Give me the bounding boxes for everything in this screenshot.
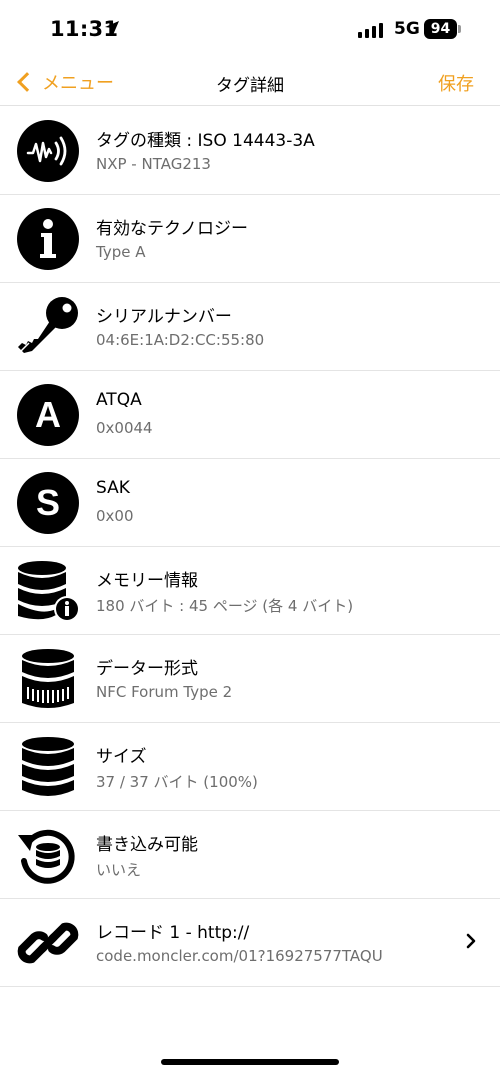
battery-nub xyxy=(458,25,461,33)
row-value: 37 / 37 バイト (100%) xyxy=(96,773,258,791)
nfc-tag-icon xyxy=(17,120,79,182)
database-info-icon xyxy=(18,561,80,622)
row-value: NXP - NTAG213 xyxy=(96,155,211,173)
svg-text:S: S xyxy=(36,482,60,523)
database-format-icon xyxy=(22,649,74,708)
row-title: ATQA xyxy=(96,390,142,410)
location-arrow-icon xyxy=(105,21,119,35)
list-item-data-format: データー形式 NFC Forum Type 2 xyxy=(0,635,500,723)
row-title: レコード 1 - http:// xyxy=(96,923,250,943)
list-item-technology: 有効なテクノロジー Type A xyxy=(0,195,500,283)
row-title: 書き込み可能 xyxy=(96,835,198,855)
network-type: 5G xyxy=(394,19,420,39)
cellular-signal-icon xyxy=(358,22,383,38)
key-icon xyxy=(18,297,78,354)
row-title: シリアルナンバー xyxy=(96,307,232,327)
info-icon xyxy=(17,208,79,270)
list-item-writable: 書き込み可能 いいえ xyxy=(0,811,500,899)
page-title: タグ詳細 xyxy=(216,76,284,96)
list-item-sak: S SAK 0x00 xyxy=(0,459,500,547)
database-rewrite-icon xyxy=(18,829,75,884)
database-icon xyxy=(22,737,74,796)
list-item-memory-info: メモリー情報 180 バイト : 45 ページ (各 4 バイト) xyxy=(0,547,500,635)
status-bar: 11:31 5G 94 xyxy=(0,0,500,58)
row-title: データー形式 xyxy=(96,659,198,679)
svg-text:A: A xyxy=(35,394,61,435)
row-value: 04:6E:1A:D2:CC:55:80 xyxy=(96,331,265,349)
tag-detail-list: タグの種類 : ISO 14443-3A NXP - NTAG213 有効なテク… xyxy=(0,107,500,987)
row-title: タグの種類 : ISO 14443-3A xyxy=(96,131,315,151)
row-value: Type A xyxy=(96,243,146,261)
save-button[interactable]: 保存 xyxy=(438,70,474,96)
row-value: 0x0044 xyxy=(96,419,153,437)
row-title: サイズ xyxy=(96,747,147,767)
list-item-serial-number: シリアルナンバー 04:6E:1A:D2:CC:55:80 xyxy=(0,283,500,371)
row-value: code.moncler.com/01?16927577TAQU xyxy=(96,947,383,965)
battery-icon: 94 xyxy=(424,19,457,39)
row-title: 有効なテクノロジー xyxy=(96,219,248,239)
row-value: 180 バイト : 45 ページ (各 4 バイト) xyxy=(96,597,354,615)
list-item-atqa: A ATQA 0x0044 xyxy=(0,371,500,459)
list-item-record-1[interactable]: レコード 1 - http:// code.moncler.com/01?169… xyxy=(0,899,500,987)
navigation-bar: メニュー タグ詳細 保存 xyxy=(0,58,500,106)
list-item-tag-type: タグの種類 : ISO 14443-3A NXP - NTAG213 xyxy=(0,107,500,195)
row-value: いいえ xyxy=(96,861,142,879)
row-title: SAK xyxy=(96,478,130,498)
link-icon xyxy=(17,922,79,964)
letter-a-icon: A xyxy=(17,384,79,446)
chevron-right-icon xyxy=(466,933,476,949)
home-indicator[interactable] xyxy=(161,1059,339,1065)
row-value: NFC Forum Type 2 xyxy=(96,683,233,701)
list-item-size: サイズ 37 / 37 バイト (100%) xyxy=(0,723,500,811)
row-value: 0x00 xyxy=(96,507,134,525)
letter-s-icon: S xyxy=(17,472,79,534)
row-title: メモリー情報 xyxy=(96,571,198,591)
